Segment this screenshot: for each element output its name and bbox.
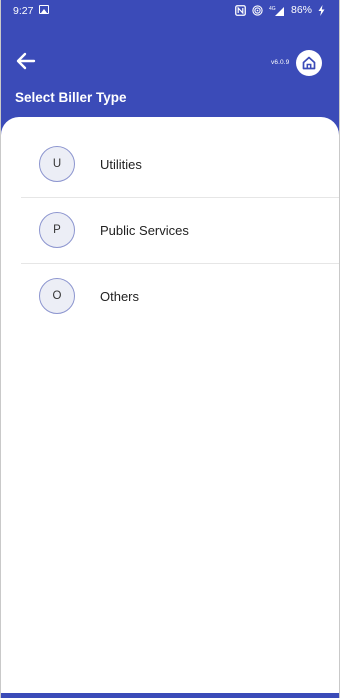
status-bar: 9:27 4G 86% — [1, 0, 339, 22]
bottom-strip — [1, 693, 339, 698]
page-title: Select Biller Type — [15, 90, 127, 105]
biller-type-others[interactable]: O Others — [1, 263, 339, 329]
back-arrow-icon — [16, 52, 36, 70]
signal-icon: 4G — [269, 5, 285, 16]
back-button[interactable] — [15, 50, 37, 72]
home-button[interactable] — [296, 50, 322, 76]
charging-icon — [318, 4, 325, 16]
list-item-label: Others — [100, 288, 140, 304]
status-time: 9:27 — [13, 5, 34, 17]
battery-text: 86% — [290, 4, 312, 16]
svg-text:4G: 4G — [269, 6, 276, 12]
nfc-icon — [235, 4, 246, 16]
list-item-label: Utilities — [100, 156, 142, 172]
avatar: O — [39, 278, 75, 314]
biller-type-public-services[interactable]: P Public Services — [1, 197, 339, 263]
content-sheet: U Utilities P Public Services O Others — [1, 117, 339, 693]
status-icons: 4G 86% — [235, 4, 325, 16]
avatar: U — [39, 146, 75, 182]
hotspot-icon — [252, 4, 263, 16]
app-screen: 9:27 4G 86% v6.0.9 Select Biller Type U … — [0, 0, 340, 698]
avatar: P — [39, 212, 75, 248]
biller-type-list: U Utilities P Public Services O Others — [1, 131, 339, 329]
biller-type-utilities[interactable]: U Utilities — [1, 131, 339, 197]
home-icon — [302, 56, 316, 70]
gallery-icon — [39, 5, 49, 14]
list-item-label: Public Services — [100, 222, 189, 238]
app-version: v6.0.9 — [271, 59, 290, 66]
